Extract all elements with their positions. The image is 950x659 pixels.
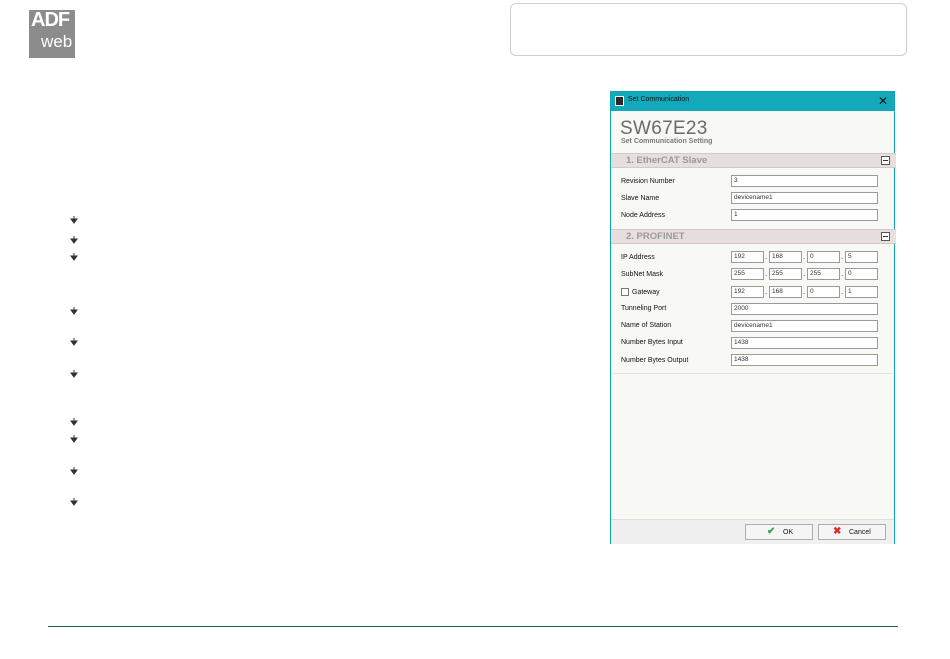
arrow-bullet-icon [70,418,78,426]
section-profinet[interactable]: 2. PROFINET [611,229,896,244]
arrow-bullet-icon [70,236,78,244]
checkmark-icon: ✔ [767,526,776,537]
gateway-octet-3-input[interactable]: 0 [807,286,840,298]
collapse-toggle-icon[interactable] [881,232,890,241]
ip-separator: . [765,287,768,296]
section-label: 2. PROFINET [626,231,685,242]
cancel-button-label: Cancel [849,529,871,536]
arrow-bullet-icon [70,435,78,443]
ok-button[interactable]: ✔ OK [745,524,813,540]
logo-text-web: web [41,32,73,51]
red-x-icon: ✖ [833,526,842,537]
ok-button-label: OK [783,529,794,536]
ip-octet-3-input[interactable]: 0 [807,251,840,263]
dialog-content: SW67E23 Set Communication Setting 1. Eth… [611,111,896,519]
subnet-octet-3-input[interactable]: 255 [807,268,840,280]
gateway-octet-2-input[interactable]: 168 [769,286,802,298]
node-address-input[interactable]: 1 [731,209,878,221]
arrow-bullet-icon [70,498,78,506]
gateway-label: Gateway [632,289,660,296]
revision-number-input[interactable]: 3 [731,175,878,187]
ip-separator: . [803,287,806,296]
ip-separator: . [841,252,844,261]
subnet-octet-4-input[interactable]: 0 [845,268,878,280]
subnet-octet-1-input[interactable]: 255 [731,268,764,280]
gateway-octet-4-input[interactable]: 1 [845,286,878,298]
logo-text-adf: ADF [31,9,70,31]
header-info-box [510,3,907,56]
app-icon [615,96,624,106]
content-divider [612,373,893,374]
ip-octet-2-input[interactable]: 168 [769,251,802,263]
collapse-toggle-icon[interactable] [881,156,890,165]
adfweb-logo: ADF web [29,9,75,58]
name-of-station-label: Name of Station [621,322,672,329]
revision-number-label: Revision Number [621,178,675,185]
number-bytes-input-label: Number Bytes Input [621,339,683,346]
ip-separator: . [765,252,768,261]
tunneling-port-label: Tunneling Port [621,305,667,312]
ip-octet-1-input[interactable]: 192 [731,251,764,263]
subnet-octet-2-input[interactable]: 255 [769,268,802,280]
dialog-button-bar: ✔ OK ✖ Cancel [611,519,894,544]
slave-name-input[interactable]: devicename1 [731,192,878,204]
footer-divider [48,626,898,627]
number-bytes-output-field[interactable]: 1438 [731,354,878,366]
ip-separator: . [803,269,806,278]
subnet-mask-label: SubNet Mask [621,271,664,278]
number-bytes-output-label: Number Bytes Output [621,357,689,364]
arrow-bullet-icon [70,467,78,475]
arrow-bullet-icon [70,253,78,261]
bullet-list [70,0,90,600]
arrow-bullet-icon [70,216,78,224]
arrow-bullet-icon [70,370,78,378]
name-of-station-input[interactable]: devicename1 [731,320,878,332]
node-address-label: Node Address [621,212,665,219]
tunneling-port-input[interactable]: 2000 [731,303,878,315]
cancel-button[interactable]: ✖ Cancel [818,524,886,540]
dialog-titlebar[interactable]: Set Communication ✕ [611,92,894,111]
ip-separator: . [841,269,844,278]
slave-name-label: Slave Name [621,195,660,202]
close-icon[interactable]: ✕ [878,94,888,108]
section-label: 1. EtherCAT Slave [626,155,708,166]
dialog-title: Set Communication [628,96,690,103]
ip-address-label: IP Address [621,254,655,261]
dialog-subheading: Set Communication Setting [621,138,713,145]
arrow-bullet-icon [70,307,78,315]
product-code-heading: SW67E23 [620,118,708,139]
ip-octet-4-input[interactable]: 5 [845,251,878,263]
number-bytes-input-field[interactable]: 1438 [731,337,878,349]
section-ethercat-slave[interactable]: 1. EtherCAT Slave [611,153,896,168]
ip-separator: . [765,269,768,278]
ip-separator: . [841,287,844,296]
gateway-octet-1-input[interactable]: 192 [731,286,764,298]
gateway-checkbox[interactable] [621,288,629,296]
set-communication-dialog: Set Communication ✕ SW67E23 Set Communic… [610,91,896,544]
arrow-bullet-icon [70,338,78,346]
ip-separator: . [803,252,806,261]
